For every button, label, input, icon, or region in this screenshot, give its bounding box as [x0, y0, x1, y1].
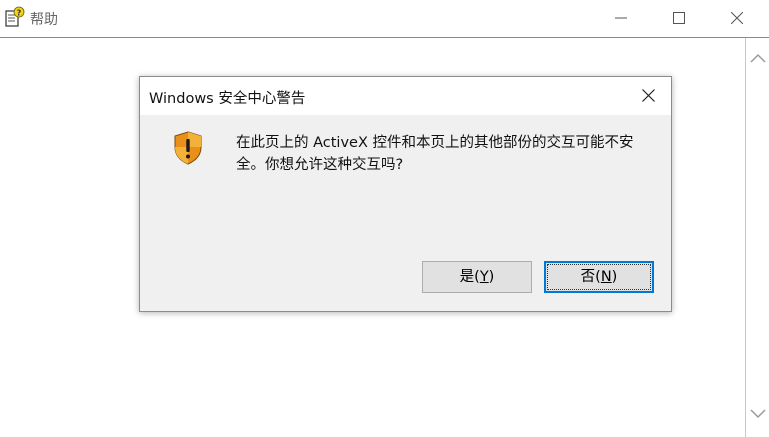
dialog-close-button[interactable]	[626, 77, 671, 115]
scroll-up-icon[interactable]	[749, 50, 767, 64]
window-title: 帮助	[30, 12, 58, 28]
close-icon	[731, 12, 743, 24]
yes-button-suffix: )	[488, 269, 495, 285]
dialog-titlebar: Windows 安全中心警告	[140, 77, 671, 115]
yes-button-label: 是(	[459, 269, 480, 285]
maximize-icon	[673, 12, 685, 24]
dialog-message: 在此页上的 ActiveX 控件和本页上的其他部份的交互可能不安全。你想允许这种…	[236, 135, 634, 173]
vertical-scrollbar[interactable]	[745, 38, 769, 437]
help-document-icon: ?	[4, 6, 26, 28]
warning-shield-icon	[173, 131, 203, 165]
dialog-title: Windows 安全中心警告	[149, 91, 306, 107]
scroll-down-icon[interactable]	[749, 406, 767, 420]
maximize-button[interactable]	[650, 0, 708, 36]
minimize-button[interactable]	[592, 0, 650, 36]
minimize-icon	[615, 17, 627, 19]
window-titlebar: ? 帮助	[0, 0, 769, 38]
no-button[interactable]: 否(N)	[544, 261, 654, 293]
window-close-button[interactable]	[708, 0, 766, 36]
svg-text:?: ?	[17, 9, 22, 18]
close-icon	[642, 89, 655, 102]
focus-ring	[547, 264, 651, 290]
security-warning-dialog: Windows 安全中心警告 在此页上的 ActiveX 控件和本页上的其他部份…	[139, 76, 672, 312]
yes-button[interactable]: 是(Y)	[422, 261, 532, 293]
yes-button-mnemonic: Y	[479, 269, 489, 285]
